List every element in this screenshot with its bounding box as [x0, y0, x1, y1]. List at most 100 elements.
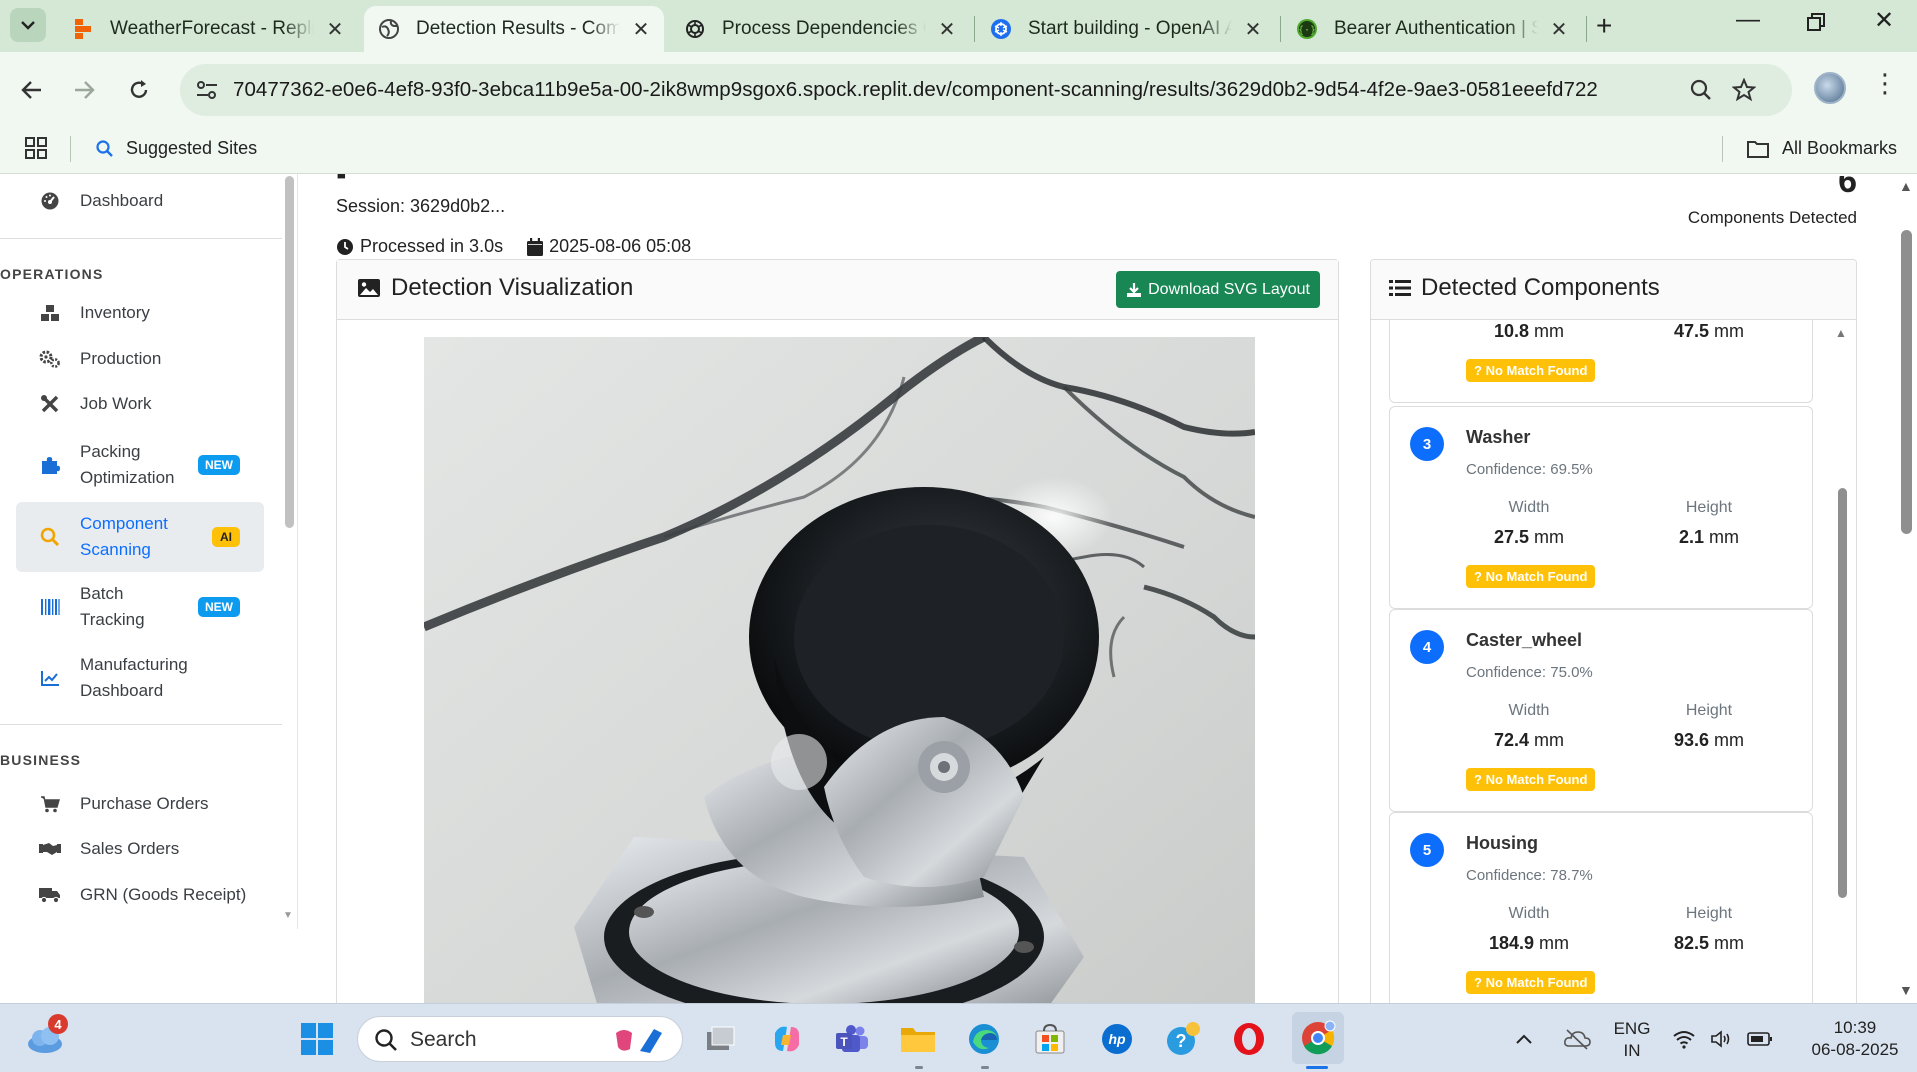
hp-app[interactable]: hp: [1096, 1018, 1138, 1060]
tab-bearer-auth[interactable]: {·} Bearer Authentication | S ✕: [1282, 6, 1582, 52]
component-item[interactable]: 4 Caster_wheel Confidence: 75.0% Width H…: [1389, 609, 1813, 812]
chrome-icon: [1302, 1020, 1336, 1055]
more-menu-icon[interactable]: ⋮: [1872, 68, 1898, 99]
all-bookmarks-folder[interactable]: All Bookmarks: [1746, 138, 1897, 159]
component-item[interactable]: 3 Washer Confidence: 69.5% Width Height …: [1389, 406, 1813, 609]
sidebar-item-inventory[interactable]: Inventory: [16, 296, 264, 330]
sidebar-item-purchase-orders[interactable]: Purchase Orders: [16, 787, 264, 821]
puzzle-icon: [38, 455, 62, 475]
close-icon[interactable]: ✕: [630, 17, 652, 42]
file-explorer-app[interactable]: [897, 1018, 939, 1060]
list-scrollbar-thumb[interactable]: [1838, 488, 1847, 898]
sidebar-item-grn[interactable]: GRN (Goods Receipt): [16, 878, 264, 912]
opera-app[interactable]: [1228, 1018, 1270, 1060]
onedrive-tray[interactable]: [1556, 1018, 1598, 1060]
page-scroll-down-icon[interactable]: ▼: [1899, 982, 1913, 998]
arrow-right-icon: [75, 81, 95, 99]
tab-search-button[interactable]: [10, 8, 46, 42]
tab-weatherforecast[interactable]: WeatherForecast - Replit ✕: [58, 6, 358, 52]
close-icon[interactable]: ✕: [324, 17, 346, 42]
sidebar-item-dashboard[interactable]: Dashboard: [16, 184, 264, 218]
sidebar-scroll-down-icon[interactable]: ▼: [283, 910, 293, 921]
new-tab-button[interactable]: +: [1596, 10, 1612, 42]
sidebar-item-component-scanning[interactable]: Component Scanning AI: [16, 502, 264, 572]
sidebar-item-packing-optimization[interactable]: Packing Optimization NEW: [16, 438, 264, 492]
tab-start-building[interactable]: Start building - OpenAI A ✕: [976, 6, 1276, 52]
card-header: Detected Components: [1371, 260, 1856, 320]
card-title-text: Detected Components: [1421, 274, 1660, 301]
sidebar-item-label: Job Work: [80, 394, 152, 413]
search-icon: [38, 527, 62, 547]
bookmarks-bar: Suggested Sites All Bookmarks: [0, 126, 1917, 174]
sidebar-item-label: Inventory: [80, 303, 150, 322]
ai-badge: AI: [212, 527, 240, 547]
forward-button[interactable]: [64, 70, 104, 110]
battery-tray[interactable]: [1742, 1018, 1778, 1060]
profile-avatar[interactable]: [1814, 72, 1846, 104]
close-window-button[interactable]: ✕: [1864, 6, 1904, 35]
restore-button[interactable]: [1796, 10, 1836, 38]
page-title-cutoff: ▪: [336, 174, 347, 191]
volume-tray[interactable]: [1704, 1018, 1740, 1060]
chrome-app[interactable]: [1292, 1012, 1344, 1064]
tab-detection-results[interactable]: Detection Results - Comp ✕: [364, 6, 664, 52]
suggested-sites-bookmark[interactable]: Suggested Sites: [96, 138, 257, 159]
svg-text:?: ?: [1176, 1031, 1187, 1051]
edge-app[interactable]: [963, 1018, 1005, 1060]
new-badge: NEW: [198, 597, 240, 617]
component-item[interactable]: 5 Housing Confidence: 78.7% Width Height…: [1389, 812, 1813, 1003]
back-button[interactable]: [12, 70, 52, 110]
sidebar-item-job-work[interactable]: Job Work: [16, 387, 264, 421]
close-icon[interactable]: ✕: [1242, 17, 1264, 42]
gauge-icon: [38, 191, 62, 211]
tab-separator: [1280, 16, 1281, 42]
apps-grid-icon[interactable]: [24, 136, 48, 165]
list-scroll-up-icon[interactable]: ▲: [1835, 326, 1847, 340]
close-icon[interactable]: ✕: [1548, 17, 1570, 42]
sidebar-scrollbar-thumb[interactable]: [285, 176, 294, 528]
zoom-icon[interactable]: [1687, 76, 1715, 104]
detection-image: [424, 337, 1255, 1003]
wifi-tray[interactable]: [1666, 1018, 1702, 1060]
height-label: Height: [1685, 905, 1733, 922]
sidebar-item-sales-orders[interactable]: Sales Orders: [16, 832, 264, 866]
tab-process-dependencies[interactable]: Process Dependencies O ✕: [670, 6, 970, 52]
processed-time: Processed in 3.0s: [360, 236, 504, 256]
clock-icon: [336, 238, 354, 256]
svg-text:hp: hp: [1108, 1031, 1126, 1047]
chart-line-icon: [38, 669, 62, 687]
help-app[interactable]: ?: [1162, 1018, 1204, 1060]
search-icon: [96, 139, 113, 157]
width-value: 72.4 mm: [1493, 730, 1565, 750]
page-scroll-up-icon[interactable]: ▲: [1899, 178, 1913, 194]
minimize-button[interactable]: —: [1728, 6, 1768, 34]
width-label: Width: [1508, 499, 1550, 516]
close-icon[interactable]: ✕: [936, 17, 958, 42]
show-hidden-icons[interactable]: [1504, 1018, 1544, 1060]
sidebar: Dashboard OPERATIONS Inventory Productio…: [0, 174, 298, 929]
start-button[interactable]: [296, 1018, 338, 1060]
width-label: Width: [1508, 702, 1550, 719]
battery-icon: [1747, 1032, 1772, 1046]
download-svg-button[interactable]: Download SVG Layout: [1116, 271, 1320, 308]
sidebar-item-batch-tracking[interactable]: Batch Tracking NEW: [16, 580, 264, 634]
component-item[interactable]: 10.8 mm 47.5 mm ? No Match Found: [1389, 320, 1813, 403]
sidebar-item-manufacturing-dashboard[interactable]: Manufacturing Dashboard: [16, 651, 264, 705]
task-view-button[interactable]: [700, 1018, 742, 1060]
site-settings-icon[interactable]: [194, 78, 220, 102]
store-app[interactable]: [1029, 1018, 1071, 1060]
reload-button[interactable]: [119, 70, 159, 110]
input-language[interactable]: ENG IN: [1612, 1018, 1652, 1062]
sidebar-item-label: Batch Tracking: [80, 584, 145, 629]
taskbar-search[interactable]: Search: [357, 1016, 683, 1062]
page-scrollbar-thumb[interactable]: [1901, 230, 1912, 534]
speaker-icon: [1711, 1030, 1730, 1048]
address-bar[interactable]: 70477362-e0e6-4ef8-93f0-3ebca11b9e5a-00-…: [180, 64, 1792, 116]
bookmark-star-icon[interactable]: [1730, 76, 1758, 104]
sidebar-item-production[interactable]: Production: [16, 342, 264, 376]
caster-wheel-photo: [424, 337, 1255, 1003]
teams-app[interactable]: T: [831, 1018, 873, 1060]
wifi-icon: [1673, 1031, 1695, 1049]
copilot-app[interactable]: [766, 1018, 808, 1060]
clock[interactable]: 10:39 06-08-2025: [1800, 1017, 1910, 1061]
